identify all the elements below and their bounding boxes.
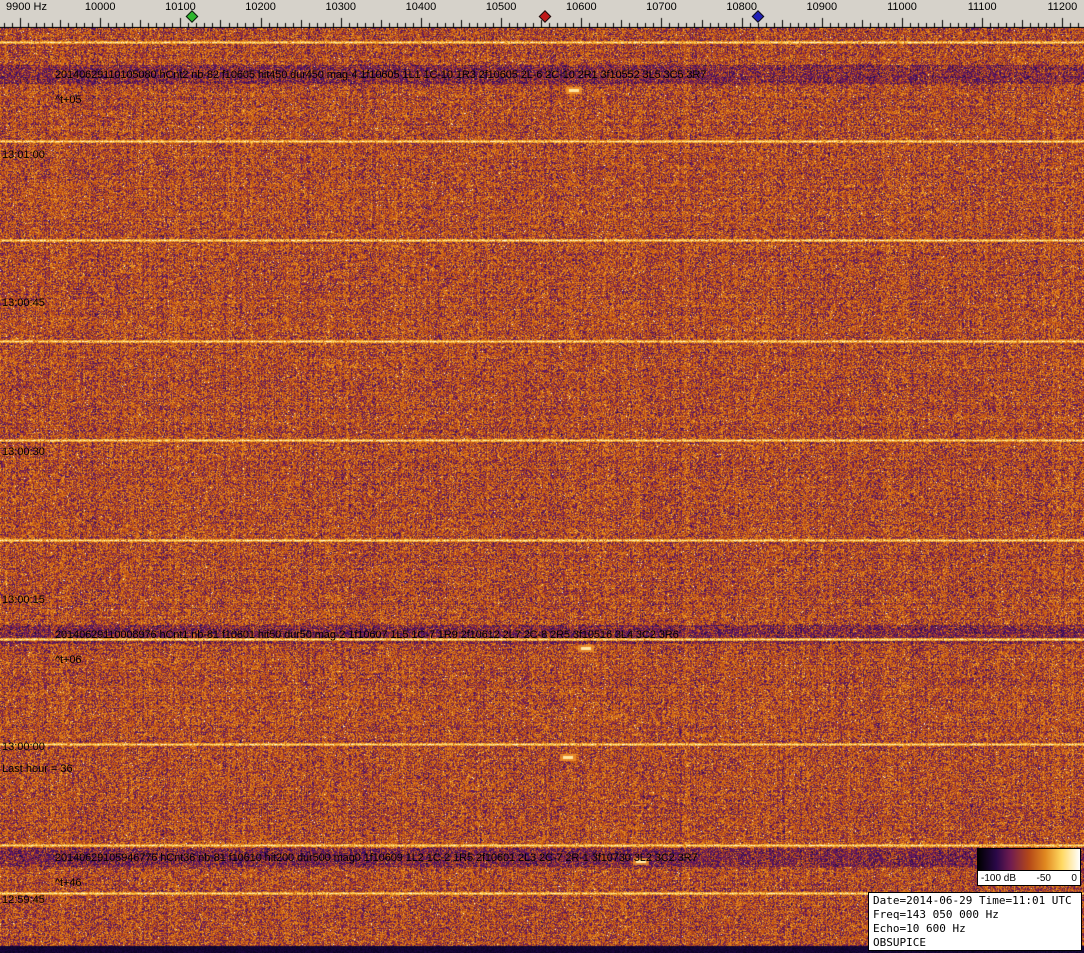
ruler-frequency-label: 10700 [646,1,677,13]
ruler-frequency-label: 10300 [325,1,356,13]
ruler-frequency-label: 11100 [968,1,997,13]
db-color-scale-legend: -100 dB -50 0 [977,848,1081,886]
radio-meteor-spectrogram-window: 9900 Hz 10000 10100 10200 10300 10400 10500 106… [0,0,1084,953]
ruler-frequency-label: 10400 [406,1,437,13]
detection-entry-text: 20140629110105080 hCnt2 nb-82 f10605 hit… [55,69,706,81]
ruler-frequency-label: 9900 Hz [6,1,47,13]
detection-time-tag: ^t+05 [55,94,81,106]
status-info-box: Date=2014-06-29 Time=11:01 UTC Freq=143 … [868,892,1082,951]
info-date-time: Date=2014-06-29 Time=11:01 UTC [873,894,1077,908]
color-scale-labels: -100 dB -50 0 [977,871,1081,886]
ruler-frequency-label: 10900 [807,1,838,13]
detection-time-tag: ^t+46 [55,877,81,889]
ruler-frequency-label: 10600 [566,1,597,13]
spectrogram-waterfall[interactable] [0,28,1084,953]
time-label: 13:00:45 [2,297,45,309]
ruler-frequency-label: 10000 [85,1,116,13]
detection-time-tag: ^t+06 [55,654,81,666]
detection-entry-text: 20140629105946776 hCnt36 nb-81 f10610 hi… [55,852,698,864]
last-hour-count-label: Last hour = 36 [2,763,73,775]
time-label: 13:01:00 [2,149,45,161]
time-label: 13:00:30 [2,446,45,458]
ruler-frequency-label: 11200 [1047,1,1077,13]
info-echo-freq: Echo=10 600 Hz [873,922,1077,936]
color-scale-gradient [977,848,1081,871]
time-label: 13:00:00 [2,741,45,753]
detection-entry-text: 20140629110008976 hCnt1 nb-81 f10601 hit… [55,629,679,641]
ruler-frequency-label: 10800 [726,1,757,13]
legend-max-label: 0 [1071,873,1077,884]
info-frequency: Freq=143 050 000 Hz [873,908,1077,922]
time-label: 12:59:45 [2,894,45,906]
legend-mid-label: -50 [1037,873,1051,884]
ruler-frequency-label: 10500 [486,1,517,13]
frequency-ruler[interactable]: 9900 Hz 10000 10100 10200 10300 10400 10500 106… [0,0,1084,28]
ruler-frequency-label: 10200 [245,1,276,13]
info-station-name: OBSUPICE [873,936,1077,950]
ruler-frequency-label: 11000 [887,1,917,13]
legend-min-label: -100 dB [981,873,1016,884]
time-label: 13:00:15 [2,594,45,606]
